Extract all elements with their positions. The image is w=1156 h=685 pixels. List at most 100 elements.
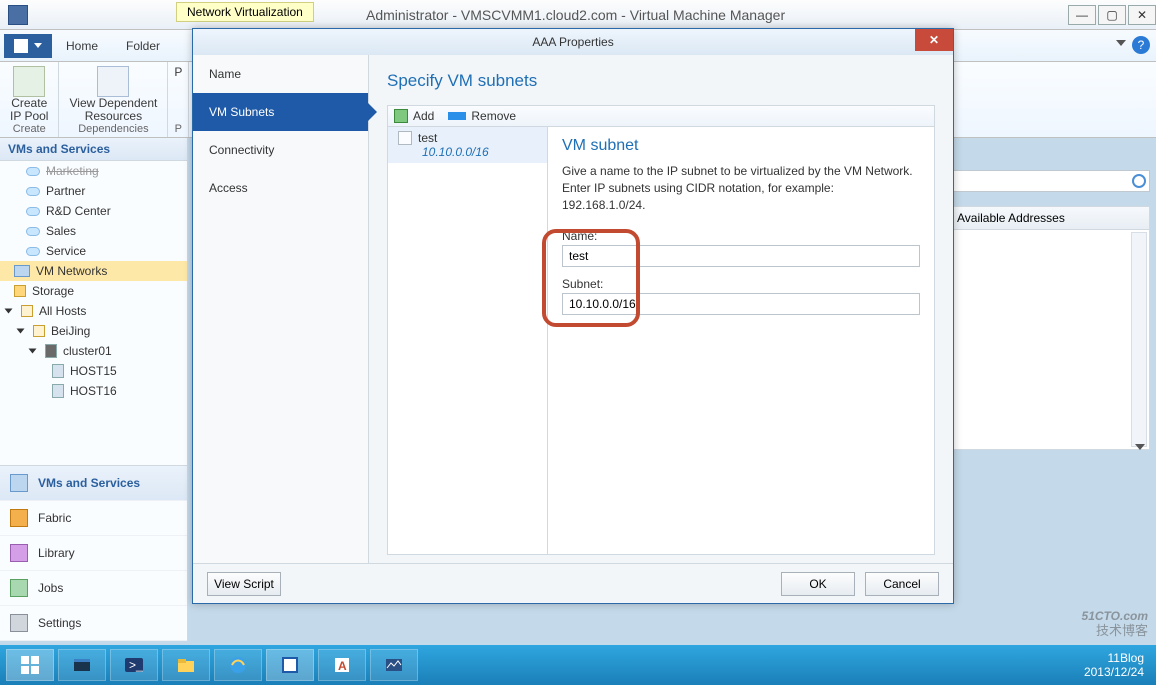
expand-icon[interactable] (29, 349, 37, 354)
tab-home[interactable]: Home (52, 33, 112, 59)
wunderbar-library[interactable]: Library (0, 536, 187, 571)
nav-host16[interactable]: HOST16 (0, 381, 187, 401)
wunderbar-settings[interactable]: Settings (0, 606, 187, 641)
nav-beijing[interactable]: BeiJing (0, 321, 187, 341)
wunderbar-label: Jobs (38, 581, 63, 595)
nav-all-hosts[interactable]: All Hosts (0, 301, 187, 321)
column-header-available-addresses[interactable]: Available Addresses (950, 206, 1150, 230)
help-icon[interactable]: ? (1132, 36, 1150, 54)
taskbar-vmm[interactable] (266, 649, 314, 681)
nav-cloud-sales[interactable]: Sales (0, 221, 187, 241)
taskbar-server-manager[interactable] (58, 649, 106, 681)
truncated-caption-1: P (175, 123, 182, 135)
folder-icon (176, 655, 196, 675)
wunderbar-label: Library (38, 546, 75, 560)
tab-folder[interactable]: Folder (112, 33, 174, 59)
storage-icon (14, 285, 26, 297)
chevron-down-icon[interactable] (1135, 444, 1145, 450)
dialog-nav: Name VM Subnets Connectivity Access (193, 55, 369, 563)
nav-label: BeiJing (51, 324, 90, 338)
taskbar-app-a[interactable]: A (318, 649, 366, 681)
left-nav-pane: VMs and Services Marketing Partner R&D C… (0, 138, 188, 641)
remove-button[interactable]: Remove (448, 109, 516, 123)
nav-cloud-rnd[interactable]: R&D Center (0, 201, 187, 221)
window-titlebar: Network Virtualization Administrator - V… (0, 0, 1156, 30)
ok-button[interactable]: OK (781, 572, 855, 596)
start-button[interactable] (6, 649, 54, 681)
vms-icon (10, 474, 28, 492)
cluster-icon (45, 344, 57, 358)
nav-cloud-partner[interactable]: Partner (0, 181, 187, 201)
add-icon (394, 109, 408, 123)
name-input[interactable] (562, 245, 920, 267)
dialog-nav-name[interactable]: Name (193, 55, 368, 93)
wunderbar-jobs[interactable]: Jobs (0, 571, 187, 606)
taskbar-explorer[interactable] (162, 649, 210, 681)
nav-cloud-marketing[interactable]: Marketing (0, 161, 187, 181)
watermark-line1: 51CTO.com (1082, 609, 1148, 623)
settings-icon (10, 614, 28, 632)
remove-label: Remove (471, 109, 516, 123)
nav-label: All Hosts (39, 304, 86, 318)
ribbon-collapse-icon[interactable] (1116, 40, 1126, 46)
server-icon (52, 364, 64, 378)
library-icon (10, 544, 28, 562)
dialog-titlebar[interactable]: AAA Properties ✕ (193, 29, 953, 55)
create-ip-pool-icon[interactable] (13, 66, 45, 97)
truncated-label-1: P (174, 66, 182, 79)
nav-label: Sales (46, 224, 76, 238)
folder-icon (21, 305, 33, 317)
view-dependent-icon[interactable] (97, 66, 129, 97)
dialog-heading: Specify VM subnets (387, 71, 935, 91)
nav-cloud-service[interactable]: Service (0, 241, 187, 261)
expand-icon[interactable] (17, 329, 25, 334)
cancel-button[interactable]: Cancel (865, 572, 939, 596)
taskbar-powershell[interactable]: >_ (110, 649, 158, 681)
file-menu-button[interactable] (4, 34, 52, 58)
wunderbar-fabric[interactable]: Fabric (0, 501, 187, 536)
search-input[interactable] (950, 170, 1150, 192)
nav-cluster01[interactable]: cluster01 (0, 341, 187, 361)
nav-host15[interactable]: HOST15 (0, 361, 187, 381)
wunderbar-vms[interactable]: VMs and Services (0, 466, 187, 501)
wunderbar: VMs and Services Fabric Library Jobs Set… (0, 465, 187, 641)
watermark: 51CTO.com 技术博客 (1082, 602, 1148, 637)
maximize-button[interactable]: ▢ (1098, 5, 1126, 25)
subnet-toolbar: Add Remove (387, 105, 935, 127)
taskbar-monitor[interactable] (370, 649, 418, 681)
cloud-icon (26, 167, 40, 176)
view-dependent-label: View Dependent Resources (69, 97, 157, 123)
search-icon[interactable] (1132, 174, 1146, 188)
taskbar-ie[interactable] (214, 649, 262, 681)
view-script-button[interactable]: View Script (207, 572, 281, 596)
expand-icon[interactable] (5, 309, 13, 314)
subnet-input[interactable] (562, 293, 920, 315)
subnet-item-name: test (418, 131, 437, 145)
taskbar-clock[interactable]: 11Blog 2013/12/24 (1084, 651, 1150, 680)
detail-description: Give a name to the IP subnet to be virtu… (562, 163, 920, 213)
ribbon-group-trunc1: P P (168, 62, 189, 137)
nav-storage[interactable]: Storage (0, 281, 187, 301)
jobs-icon (10, 579, 28, 597)
minimize-button[interactable]: — (1068, 5, 1096, 25)
properties-dialog: AAA Properties ✕ Name VM Subnets Connect… (192, 28, 954, 604)
dialog-nav-access[interactable]: Access (193, 169, 368, 207)
folder-icon (33, 325, 45, 337)
dialog-nav-vm-subnets[interactable]: VM Subnets (193, 93, 368, 131)
subnet-list-item[interactable]: test 10.10.0.0/16 (388, 127, 547, 163)
cloud-icon (26, 207, 40, 216)
nav-label: Marketing (46, 164, 99, 178)
dialog-nav-connectivity[interactable]: Connectivity (193, 131, 368, 169)
monitor-icon (384, 655, 404, 675)
server-manager-icon (72, 655, 92, 675)
dependencies-caption: Dependencies (78, 123, 148, 135)
subnet-icon (398, 131, 412, 145)
add-button[interactable]: Add (394, 109, 434, 123)
dialog-close-button[interactable]: ✕ (915, 29, 953, 51)
detail-title: VM subnet (562, 137, 920, 155)
close-button[interactable]: ✕ (1128, 5, 1156, 25)
scrollbar[interactable] (1131, 232, 1147, 447)
fabric-icon (10, 509, 28, 527)
nav-vm-networks[interactable]: VM Networks (0, 261, 187, 281)
create-ip-pool-label: Create IP Pool (10, 97, 48, 123)
